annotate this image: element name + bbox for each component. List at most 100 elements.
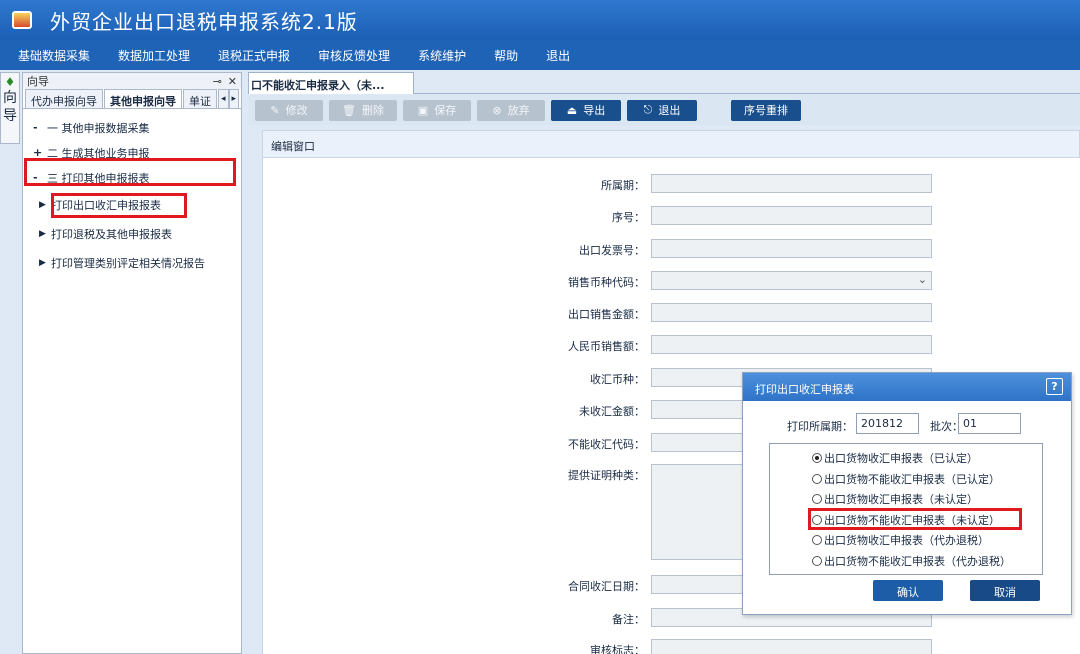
- period-input[interactable]: 201812: [856, 413, 919, 434]
- cancel-button[interactable]: 取消: [970, 580, 1040, 601]
- radio-checked-icon[interactable]: [812, 453, 822, 464]
- field-label: 审核标志：: [590, 644, 645, 654]
- option-label: 出口货物不能收汇申报表（代办退税）: [824, 554, 1011, 568]
- edit-window-header: 编辑窗口: [262, 130, 1080, 158]
- tree-item-label: 打印管理类别评定相关情况报告: [51, 256, 205, 270]
- period-label: 打印所属期：: [787, 420, 853, 433]
- export-button[interactable]: ⏏ 导出: [551, 99, 621, 121]
- save-button[interactable]: ▣ 保存: [403, 99, 471, 121]
- confirm-button[interactable]: 确认: [873, 580, 943, 601]
- tab-agent-wizard[interactable]: 代办申报向导: [25, 89, 103, 108]
- tree-item-print-management-report[interactable]: ▶ 打印管理类别评定相关情况报告: [23, 248, 241, 277]
- discard-button[interactable]: ⊗ 放弃: [477, 99, 545, 121]
- sales-amount-field[interactable]: [651, 303, 932, 322]
- tree-item-data-collection[interactable]: - 一 其他申报数据采集: [23, 115, 241, 140]
- option-label: 出口货物收汇申报表（未认定）: [824, 493, 978, 507]
- tree-arrow-icon: ▶: [39, 257, 46, 268]
- field-label: 收汇币种：: [590, 373, 645, 386]
- option-uncollectable-certified[interactable]: 出口货物不能收汇申报表（已认定）: [770, 469, 1042, 490]
- dialog-title: 打印出口收汇申报表: [755, 383, 854, 396]
- field-label: 备注：: [612, 613, 645, 626]
- app-logo-icon: [12, 11, 32, 29]
- radio-icon[interactable]: [812, 555, 822, 566]
- field-label: 出口销售金额：: [568, 308, 645, 321]
- batch-input[interactable]: 01: [958, 413, 1021, 434]
- form-row-currency: 销售币种代码： ⌄: [263, 271, 1080, 291]
- rmb-amount-field[interactable]: [651, 335, 932, 354]
- reorder-button[interactable]: 序号重排: [731, 99, 801, 121]
- exit-button[interactable]: ⎋ 退出: [627, 99, 697, 121]
- document-tabbar: 口不能收汇申报录入（未...: [248, 72, 1080, 94]
- menu-bar: 基础数据采集 数据加工处理 退税正式申报 审核反馈处理 系统维护 帮助 退出: [0, 40, 1080, 70]
- menu-review-feedback[interactable]: 审核反馈处理: [318, 47, 390, 64]
- save-button-label: 保存: [434, 104, 457, 117]
- field-label: 所属期：: [601, 179, 645, 192]
- menu-help[interactable]: 帮助: [494, 47, 518, 64]
- menu-system-maintenance[interactable]: 系统维护: [418, 47, 466, 64]
- serial-field[interactable]: [651, 206, 932, 225]
- option-collection-agent[interactable]: 出口货物收汇申报表（代办退税）: [770, 530, 1042, 551]
- toolbar: ✎ 修改 🗑 删除 ▣ 保存 ⊗ 放弃 ⏏ 导出 ⎋ 退出 序号重排: [248, 95, 1080, 125]
- form-row-period: 所属期：: [263, 174, 1080, 194]
- help-icon[interactable]: ?: [1046, 378, 1063, 395]
- expander-icon[interactable]: -: [33, 121, 47, 134]
- reorder-button-label: 序号重排: [744, 104, 788, 117]
- form-row-rmb-amount: 人民币销售额：: [263, 335, 1080, 355]
- option-uncollectable-agent[interactable]: 出口货物不能收汇申报表（代办退税）: [770, 551, 1042, 572]
- radio-icon[interactable]: [812, 473, 822, 484]
- form-row-invoice: 出口发票号：: [263, 239, 1080, 259]
- save-icon: ▣: [417, 103, 429, 117]
- option-collection-uncertified[interactable]: 出口货物收汇申报表（未认定）: [770, 489, 1042, 510]
- period-field[interactable]: [651, 174, 932, 193]
- cancel-icon: ⊗: [492, 103, 502, 117]
- close-icon[interactable]: ✕: [228, 75, 237, 88]
- field-label: 未收汇金额：: [579, 405, 645, 418]
- review-flag-field[interactable]: [651, 639, 932, 654]
- menu-exit[interactable]: 退出: [546, 47, 570, 64]
- form-row-sales-amount: 出口销售金额：: [263, 303, 1080, 323]
- print-report-dialog: 打印出口收汇申报表 ? 打印所属期： 201812 批次： 01 出口货物收汇申…: [742, 372, 1072, 615]
- field-label: 出口发票号：: [579, 244, 645, 257]
- option-label: 出口货物收汇申报表（代办退税）: [824, 534, 989, 548]
- edit-button[interactable]: ✎ 修改: [255, 99, 323, 121]
- tab-documents[interactable]: 单证: [183, 89, 217, 108]
- tab-other-wizard[interactable]: 其他申报向导: [104, 89, 182, 108]
- dialog-titlebar: 打印出口收汇申报表 ?: [743, 373, 1071, 401]
- field-label: 提供证明种类：: [568, 469, 645, 482]
- tab-scroll-left-icon[interactable]: ◂: [218, 89, 229, 108]
- form-row-serial: 序号：: [263, 206, 1080, 226]
- exit-button-label: 退出: [658, 104, 681, 117]
- field-label: 序号：: [612, 211, 645, 224]
- tree-arrow-icon: ▶: [39, 199, 46, 210]
- title-bar: 外贸企业出口退税申报系统2.1版: [0, 0, 1080, 40]
- menu-formal-declaration[interactable]: 退税正式申报: [218, 47, 290, 64]
- menu-data-processing[interactable]: 数据加工处理: [118, 47, 190, 64]
- field-label: 不能收汇代码：: [568, 438, 645, 451]
- tree-item-print-refund-report[interactable]: ▶ 打印退税及其他申报报表: [23, 219, 241, 248]
- navigator-tabs: 代办申报向导 其他申报向导 单证 ◂ ▸: [23, 89, 241, 109]
- form-row-review-flag: 审核标志：: [263, 639, 1080, 654]
- discard-button-label: 放弃: [507, 104, 530, 117]
- tree-item-label: 打印退税及其他申报报表: [51, 227, 172, 241]
- menu-basic-data[interactable]: 基础数据采集: [18, 47, 90, 64]
- option-collection-certified[interactable]: 出口货物收汇申报表（已认定）: [770, 448, 1042, 469]
- app-title: 外贸企业出口退税申报系统2.1版: [50, 9, 358, 34]
- radio-icon[interactable]: [812, 494, 822, 505]
- radio-icon[interactable]: [812, 535, 822, 546]
- pin-icon[interactable]: ⊸: [213, 75, 222, 88]
- navigator-title: 向导: [27, 75, 49, 88]
- trash-icon: 🗑: [342, 103, 356, 117]
- wizard-side-tab[interactable]: ♦ 向导: [0, 72, 20, 144]
- field-label: 合同收汇日期：: [568, 580, 645, 593]
- chevron-down-icon: ⌄: [917, 273, 927, 286]
- currency-select[interactable]: ⌄: [651, 271, 932, 290]
- export-button-label: 导出: [583, 104, 606, 117]
- exit-icon: ⎋: [643, 103, 653, 116]
- navigator-header: 向导 ⊸ ✕: [23, 73, 241, 89]
- invoice-field[interactable]: [651, 239, 932, 258]
- field-label: 人民币销售额：: [568, 340, 645, 353]
- tab-scroll-right-icon[interactable]: ▸: [228, 89, 240, 108]
- document-tab[interactable]: 口不能收汇申报录入（未...: [248, 72, 414, 94]
- delete-button[interactable]: 🗑 删除: [329, 99, 397, 121]
- highlight-box-tree-print: [24, 158, 236, 186]
